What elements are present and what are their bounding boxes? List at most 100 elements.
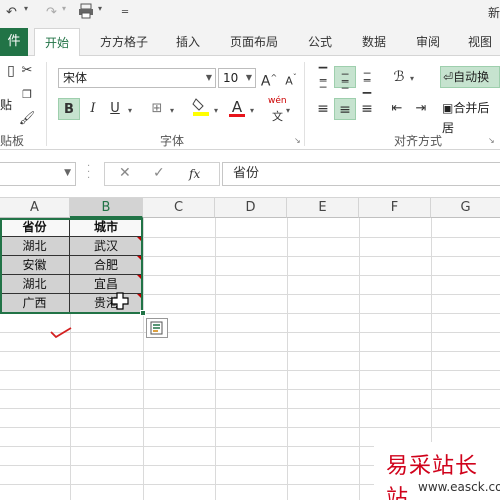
column-line	[215, 218, 216, 500]
row-line	[0, 351, 500, 352]
align-right-icon[interactable]: ≡	[356, 98, 378, 120]
align-center-icon[interactable]: ≡	[334, 98, 356, 120]
formula-bar-splitter[interactable]: · · ·	[87, 162, 90, 184]
column-label: D	[245, 200, 256, 215]
top-align-icon[interactable]: ▔ ═ ─	[312, 66, 334, 93]
column-label: G	[460, 200, 471, 215]
formula-bar: ▼ · · · ✕ ✓ fx 省份	[0, 150, 500, 198]
bottom-align-icon[interactable]: ─ ═ ▁	[356, 66, 378, 93]
chevron-down-icon: ▼	[245, 73, 252, 82]
middle-align-icon[interactable]: ─ ═ ─	[334, 66, 356, 94]
tab-formulas[interactable]: 公式	[298, 28, 342, 56]
tab-view[interactable]: 视图	[460, 28, 500, 56]
font-group-label: 字体	[160, 134, 185, 148]
font-dialog-launcher-icon[interactable]: ↘	[294, 136, 301, 145]
font-color-icon[interactable]: A	[226, 96, 248, 118]
column-header-g[interactable]: G	[431, 198, 500, 218]
group-separator	[46, 62, 47, 146]
fill-color-icon[interactable]	[190, 96, 212, 118]
customize-qat-icon[interactable]: ═	[122, 3, 128, 23]
watermark-url: www.easck.com	[418, 480, 500, 494]
align-left-icon[interactable]: ≡	[312, 98, 334, 120]
font-size-value: 10	[223, 71, 239, 85]
font-color-swatch	[229, 114, 245, 117]
increase-indent-icon[interactable]: ⇥	[410, 98, 432, 120]
print-preview-icon[interactable]	[78, 3, 96, 23]
column-line	[287, 218, 288, 500]
quick-analysis-button[interactable]	[146, 318, 168, 338]
cancel-icon[interactable]: ✕	[119, 165, 131, 181]
tab-page-layout[interactable]: 页面布局	[222, 28, 286, 56]
phonetic-dropdown-icon[interactable]: ▾	[286, 106, 290, 115]
column-line	[143, 218, 144, 500]
ribbon-tabs: 件 开始 方方格子 插入 页面布局 公式 数据 审阅 视图	[0, 28, 500, 57]
column-header-c[interactable]: C	[143, 198, 215, 218]
undo-dropdown-icon[interactable]: ▾	[24, 4, 28, 13]
column-line	[359, 218, 360, 500]
formula-input[interactable]: 省份	[222, 162, 500, 186]
tab-home[interactable]: 开始	[34, 28, 80, 57]
cut-icon[interactable]: ✂	[16, 60, 38, 82]
underline-button[interactable]: U	[104, 98, 126, 120]
cell-cursor-icon	[111, 292, 129, 310]
column-label: C	[173, 200, 184, 215]
enter-icon[interactable]: ✓	[153, 165, 165, 181]
window-title: 新	[488, 6, 500, 20]
chevron-down-icon[interactable]: ▼	[64, 168, 71, 178]
fill-color-dropdown-icon[interactable]: ▾	[214, 106, 218, 115]
clipboard-group-label: 贴板	[0, 134, 25, 148]
name-box[interactable]: ▼	[0, 162, 76, 186]
column-header-d[interactable]: D	[215, 198, 287, 218]
column-header-e[interactable]: E	[287, 198, 359, 218]
tab-file[interactable]: 件	[0, 28, 28, 56]
format-painter-icon[interactable]: 🖌	[16, 108, 38, 130]
font-size-select[interactable]: 10 ▼	[218, 68, 256, 88]
column-header-b[interactable]: B	[70, 198, 143, 218]
font-color-dropdown-icon[interactable]: ▾	[250, 106, 254, 115]
insert-function-icon[interactable]: fx	[189, 167, 200, 181]
alignment-group-label: 对齐方式	[394, 134, 443, 148]
bold-button[interactable]: B	[58, 98, 80, 120]
redo-dropdown-icon[interactable]: ▾	[62, 4, 66, 13]
paste-label[interactable]: 贴	[0, 96, 12, 113]
ribbon: ▯ 贴 ✂ ❐ 🖌 贴板 宋体 ▼ 10 ▼ A^ Aˇ B I U ▾ ⊞ ▾…	[0, 56, 500, 150]
alignment-dialog-launcher-icon[interactable]: ↘	[488, 136, 495, 145]
print-dropdown-icon[interactable]: ▾	[98, 4, 102, 13]
phonetic-label[interactable]: wén	[268, 96, 287, 106]
chevron-down-icon: ▼	[205, 73, 212, 82]
wrap-text-label: 自动换	[453, 70, 490, 84]
check-mark-icon	[50, 327, 72, 339]
undo-icon[interactable]: ↶	[6, 3, 17, 23]
column-label: F	[390, 200, 399, 215]
tab-insert[interactable]: 插入	[166, 28, 210, 56]
decrease-indent-icon[interactable]: ⇤	[386, 98, 408, 120]
column-header-a[interactable]: A	[0, 198, 70, 218]
quick-access-toolbar: ↶ ▾ ↷ ▾ ▾ ═ 新	[0, 0, 500, 28]
wrap-text-button[interactable]: ⏎自动换	[440, 66, 500, 88]
italic-button[interactable]: I	[82, 98, 104, 120]
column-header-f[interactable]: F	[359, 198, 431, 218]
underline-dropdown-icon[interactable]: ▾	[128, 106, 132, 115]
row-line	[0, 389, 500, 390]
merge-center-button[interactable]: ▣合并后居	[442, 98, 500, 135]
wrap-text-icon: ⏎	[443, 70, 454, 84]
tab-review[interactable]: 审阅	[406, 28, 450, 56]
borders-dropdown-icon[interactable]: ▾	[170, 106, 174, 115]
increase-font-icon[interactable]: A^	[258, 67, 280, 90]
tab-data[interactable]: 数据	[352, 28, 396, 56]
column-label: B	[101, 200, 111, 215]
merge-icon: ▣	[442, 101, 454, 115]
borders-icon[interactable]: ⊞	[146, 98, 168, 120]
formula-buttons: ✕ ✓ fx	[104, 162, 220, 186]
column-label: E	[318, 200, 327, 215]
orientation-icon[interactable]: ℬ	[388, 66, 410, 88]
tab-fangfang[interactable]: 方方格子	[92, 28, 156, 56]
phonetic-char[interactable]: 文	[272, 108, 283, 124]
fill-handle[interactable]	[140, 310, 146, 316]
decrease-font-icon[interactable]: Aˇ	[280, 67, 302, 89]
quick-analysis-icon	[150, 321, 163, 335]
orientation-dropdown-icon[interactable]: ▾	[410, 74, 414, 83]
font-name-select[interactable]: 宋体 ▼	[58, 68, 216, 88]
redo-icon[interactable]: ↷	[46, 3, 57, 23]
copy-icon[interactable]: ❐	[16, 84, 38, 106]
